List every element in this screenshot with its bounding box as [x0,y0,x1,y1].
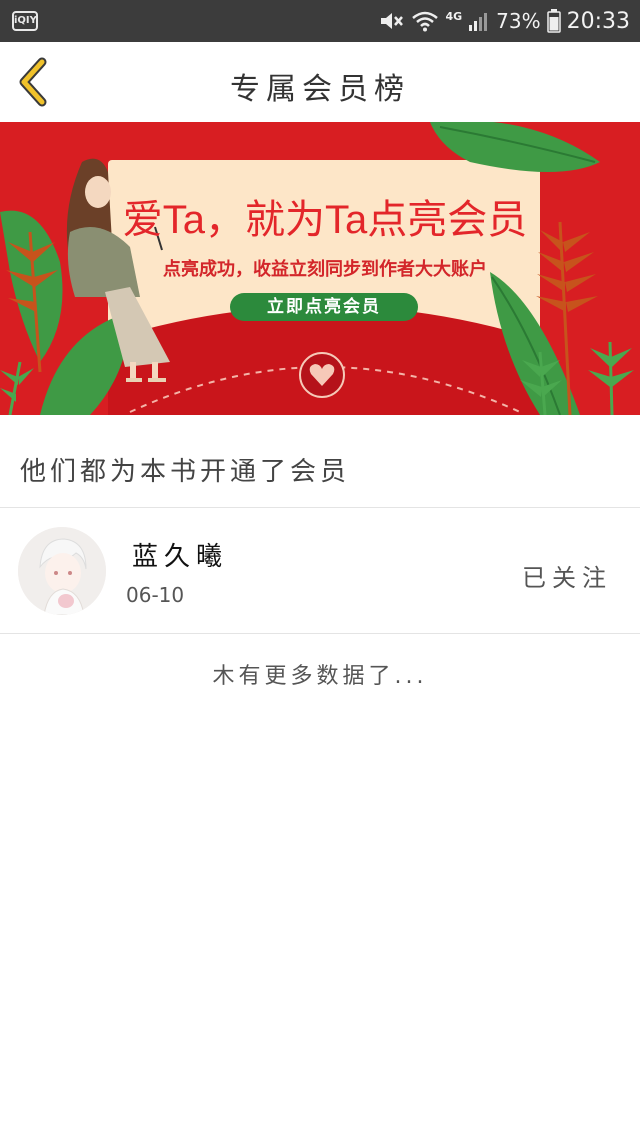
avatar[interactable] [18,527,106,615]
network-type: 4G [445,9,463,23]
mute-icon [381,13,404,29]
signal-icon [469,13,488,31]
avatar-image [18,527,106,615]
member-date: 06-10 [126,583,185,607]
list-item[interactable]: 蓝久曦 06-10 已关注 [0,508,640,634]
banner-headline: 爱Ta，就为Ta点亮会员 [122,198,528,242]
page-title: 专属会员榜 [230,72,410,107]
end-of-list-note: 木有更多数据了... [212,664,428,689]
banner-subline: 点亮成功，收益立刻同步到作者大大账户 [163,259,487,280]
app-header: 专属会员榜 [0,42,640,122]
battery-percentage: 73% [496,9,541,33]
wifi-icon [412,11,439,32]
promo-banner[interactable]: 爱Ta，就为Ta点亮会员 点亮成功，收益立刻同步到作者大大账户 立即点亮会员 [0,122,640,415]
clock: 20:33 [566,8,630,34]
divider [0,633,640,634]
light-up-membership-button[interactable]: 立即点亮会员 [230,293,418,321]
battery-icon [546,9,561,33]
status-indicators: 4G 73% 20:33 [379,0,630,42]
app-notification-icon: iQIY [12,11,38,31]
section-title: 他们都为本书开通了会员 [20,457,351,487]
member-name[interactable]: 蓝久曦 [132,536,228,573]
status-bar: iQIY 4G 73% 20:33 [0,0,640,42]
follow-status-button[interactable]: 已关注 [522,558,612,593]
